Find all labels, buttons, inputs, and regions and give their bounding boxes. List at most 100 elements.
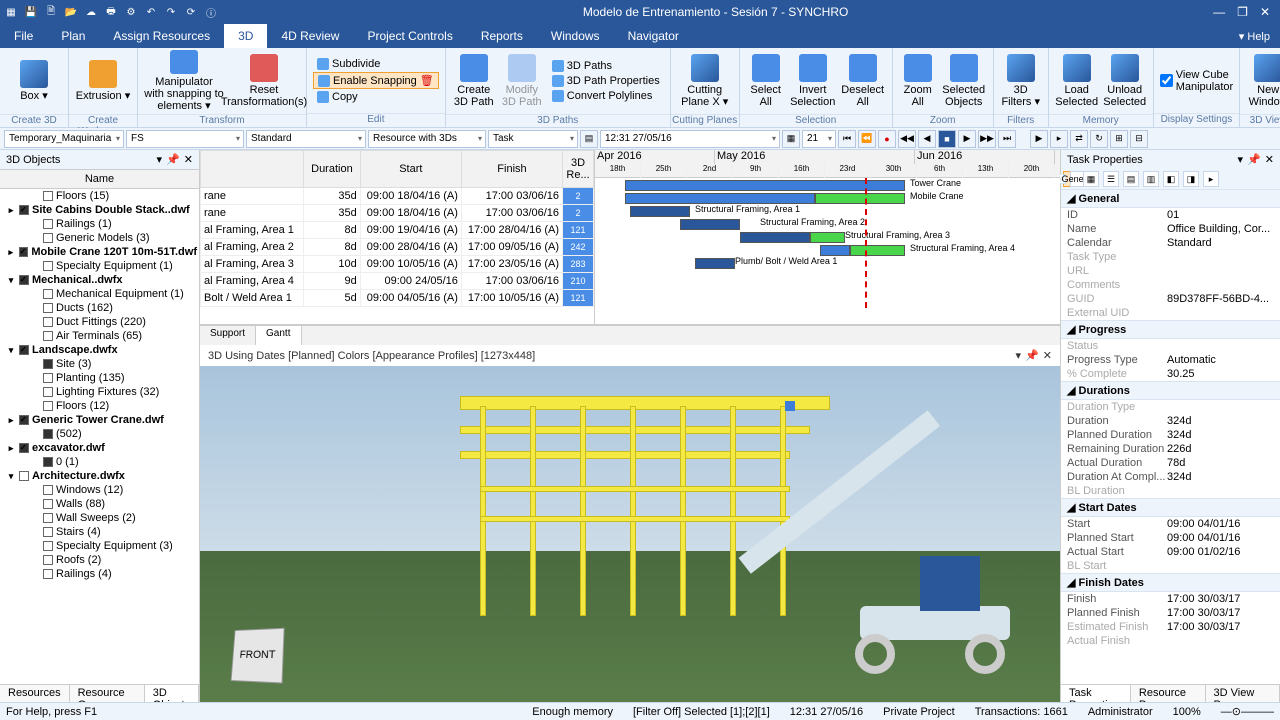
rpin-icon[interactable]: ▾: [1238, 153, 1244, 166]
prop-row[interactable]: BL Start: [1061, 559, 1280, 573]
nav-fwd-icon[interactable]: ▶▶: [978, 130, 996, 148]
checkbox-icon[interactable]: [19, 345, 29, 355]
tab-resource-props[interactable]: Resource Prop...: [1131, 685, 1206, 702]
prop-row[interactable]: Actual Finish: [1061, 634, 1280, 648]
rpin2-icon[interactable]: 📌: [1247, 153, 1261, 166]
prop-row[interactable]: % Complete30.25: [1061, 367, 1280, 381]
dd-standard[interactable]: Standard: [246, 130, 366, 148]
prop-row[interactable]: CalendarStandard: [1061, 236, 1280, 250]
object-tree[interactable]: Floors (15)▸Site Cabins Double Stack..dw…: [0, 189, 199, 684]
task-row[interactable]: Bolt / Weld Area 15d09:00 04/05/16 (A)17…: [201, 290, 594, 307]
subdivide-button[interactable]: Subdivide: [313, 57, 439, 71]
tab-3d-objects[interactable]: 3D Objects: [145, 685, 199, 702]
invert-selection-button[interactable]: Invert Selection: [790, 50, 836, 112]
ptab-6[interactable]: ◧: [1163, 171, 1179, 187]
cloud-icon[interactable]: ☁: [84, 5, 98, 19]
prop-group[interactable]: ◢ General: [1061, 189, 1280, 208]
checkbox-icon[interactable]: [43, 331, 53, 341]
prop-row[interactable]: ID01: [1061, 208, 1280, 222]
unload-selected-button[interactable]: Unload Selected: [1103, 50, 1147, 112]
checkbox-icon[interactable]: [43, 569, 53, 579]
dd-fs[interactable]: FS: [126, 130, 244, 148]
gantt-bar[interactable]: [850, 245, 905, 256]
tree-node[interactable]: Air Terminals (65): [0, 329, 199, 343]
tree-node[interactable]: Mechanical Equipment (1): [0, 287, 199, 301]
3dpaths-button[interactable]: 3D Paths: [548, 59, 664, 73]
tree-node[interactable]: ▾Architecture.dwfx: [0, 469, 199, 483]
menu-assign-resources[interactable]: Assign Resources: [99, 24, 224, 48]
prop-row[interactable]: Start09:00 04/01/16: [1061, 517, 1280, 531]
checkbox-icon[interactable]: [43, 261, 53, 271]
tree-node[interactable]: Specialty Equipment (3): [0, 539, 199, 553]
gantt-bar[interactable]: [695, 258, 735, 269]
checkbox-icon[interactable]: [43, 541, 53, 551]
tree-node[interactable]: Wall Sweeps (2): [0, 511, 199, 525]
dd-task[interactable]: Task: [488, 130, 578, 148]
prop-row[interactable]: Planned Start09:00 04/01/16: [1061, 531, 1280, 545]
property-grid[interactable]: ◢ GeneralID01NameOffice Building, Cor...…: [1061, 189, 1280, 684]
pin-icon[interactable]: ▾: [157, 153, 163, 166]
dd-layer[interactable]: Temporary_Maquinaria: [4, 130, 124, 148]
prop-row[interactable]: Task Type: [1061, 250, 1280, 264]
prop-row[interactable]: Duration Type: [1061, 400, 1280, 414]
tab-resource-groups[interactable]: Resource Groups: [70, 685, 145, 702]
ptab-3[interactable]: ☰: [1103, 171, 1119, 187]
checkbox-icon[interactable]: [43, 373, 53, 383]
undo-icon[interactable]: ↶: [144, 5, 158, 19]
redo-icon[interactable]: ↷: [164, 5, 178, 19]
step-icon[interactable]: ▸: [1050, 130, 1068, 148]
task-row[interactable]: rane35d09:00 18/04/16 (A)17:00 03/06/162: [201, 188, 594, 205]
gantt-body[interactable]: Tower CraneMobile CraneStructural Framin…: [595, 178, 1060, 308]
prop-row[interactable]: Status: [1061, 339, 1280, 353]
prop-group[interactable]: ◢ Progress: [1061, 320, 1280, 339]
help-menu[interactable]: ▾ Help: [1229, 24, 1280, 48]
prop-row[interactable]: External UID: [1061, 306, 1280, 320]
tree-node[interactable]: 0 (1): [0, 455, 199, 469]
prop-row[interactable]: Actual Start09:00 01/02/16: [1061, 545, 1280, 559]
calendar-icon[interactable]: ▦: [782, 130, 800, 148]
task-row[interactable]: al Framing, Area 28d09:00 28/04/16 (A)17…: [201, 239, 594, 256]
zoom-all-button[interactable]: Zoom All: [899, 50, 937, 112]
vpin2-icon[interactable]: 📌: [1025, 349, 1039, 362]
task-grid[interactable]: DurationStartFinish3D Re... rane35d09:00…: [200, 150, 595, 324]
prop-row[interactable]: Progress TypeAutomatic: [1061, 353, 1280, 367]
prop-group[interactable]: ◢ Durations: [1061, 381, 1280, 400]
checkbox-icon[interactable]: [43, 303, 53, 313]
tab-gantt[interactable]: Gantt: [256, 326, 301, 345]
task-row[interactable]: rane35d09:00 18/04/16 (A)17:00 03/06/162: [201, 205, 594, 222]
tree-node[interactable]: Windows (12): [0, 483, 199, 497]
ptab-4[interactable]: ▤: [1123, 171, 1139, 187]
prop-group[interactable]: ◢ Start Dates: [1061, 498, 1280, 517]
prop-row[interactable]: NameOffice Building, Cor...: [1061, 222, 1280, 236]
new-window-button[interactable]: New Window: [1246, 50, 1280, 112]
checkbox-icon[interactable]: [43, 219, 53, 229]
filter-icon[interactable]: ▤: [580, 130, 598, 148]
nav-prev-icon[interactable]: ◀: [918, 130, 936, 148]
gantt-bar[interactable]: [625, 180, 905, 191]
task-row[interactable]: al Framing, Area 310d09:00 10/05/16 (A)1…: [201, 256, 594, 273]
minimize-icon[interactable]: —: [1213, 5, 1225, 19]
3d-filters-button[interactable]: 3D Filters ▾: [1000, 50, 1042, 112]
task-row[interactable]: al Framing, Area 49d09:00 24/05/1617:00 …: [201, 273, 594, 290]
load-selected-button[interactable]: Load Selected: [1055, 50, 1099, 112]
prop-row[interactable]: Finish17:00 30/03/17: [1061, 592, 1280, 606]
play-icon[interactable]: ▶: [1030, 130, 1048, 148]
checkbox-icon[interactable]: [43, 485, 53, 495]
tab-3dview-props[interactable]: 3D View Prope...: [1206, 685, 1280, 702]
menu-windows[interactable]: Windows: [537, 24, 614, 48]
checkbox-icon[interactable]: [43, 317, 53, 327]
menu-file[interactable]: File: [0, 24, 47, 48]
checkbox-icon[interactable]: [43, 387, 53, 397]
qat-icon[interactable]: ▦: [4, 5, 18, 19]
prop-row[interactable]: Comments: [1061, 278, 1280, 292]
vpin-icon[interactable]: ▾: [1016, 349, 1022, 362]
nav-rec-icon[interactable]: ●: [878, 130, 896, 148]
checkbox-icon[interactable]: [43, 401, 53, 411]
tree-node[interactable]: Railings (4): [0, 567, 199, 581]
tree-node[interactable]: Generic Models (3): [0, 231, 199, 245]
tree-node[interactable]: ▸excavator.dwf: [0, 441, 199, 455]
nav-stop-icon[interactable]: ■: [938, 130, 956, 148]
menu-3d[interactable]: 3D: [224, 24, 267, 48]
gantt-bar[interactable]: [625, 193, 815, 204]
gantt-bar[interactable]: [810, 232, 845, 243]
